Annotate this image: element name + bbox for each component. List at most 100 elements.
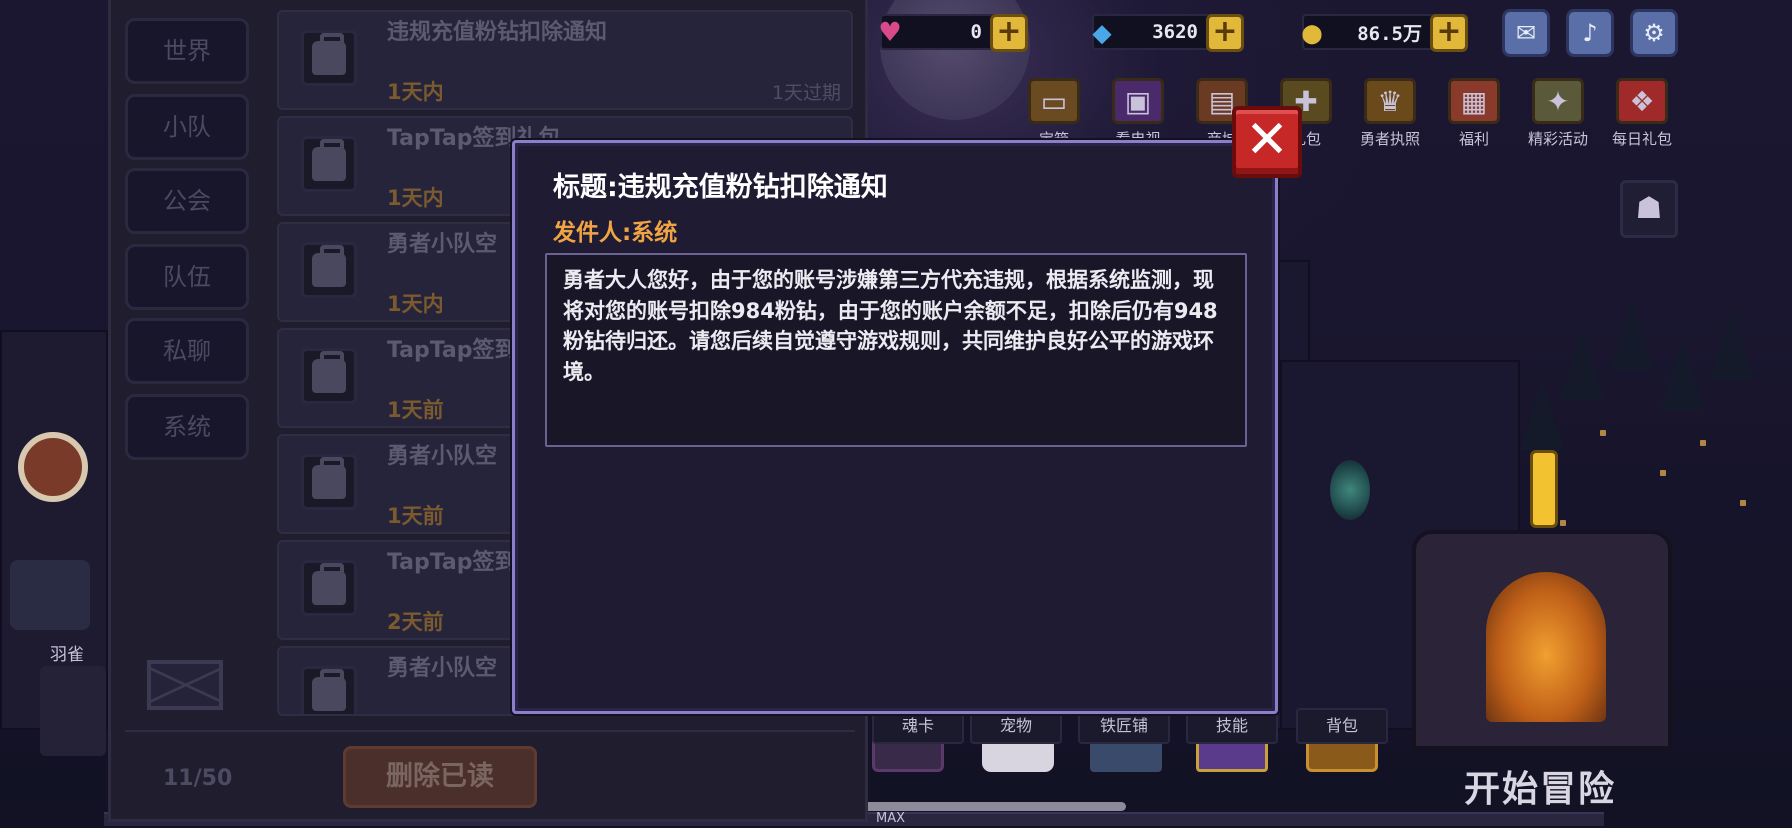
feature-label: 福利 (1458, 130, 1489, 148)
events-icon: ✦ (1532, 78, 1584, 124)
mail-count: 11/50 (163, 766, 233, 791)
settings-button[interactable]: ⚙ (1630, 9, 1678, 57)
emote-button[interactable]: ☗ (1620, 180, 1678, 238)
mail-item-title: TapTap签到 (387, 338, 517, 363)
feature-hero-license[interactable]: ♛ 勇者执照 (1352, 78, 1428, 149)
gear-icon: ⚙ (1643, 19, 1665, 47)
divider (125, 730, 855, 732)
pine-tree (1520, 380, 1564, 450)
gold-value: 86.5万 (1357, 22, 1422, 45)
diamond-icon: ◆ (1092, 13, 1112, 51)
dialog-message-body: 勇者大人您好，由于您的账号涉嫌第三方代充违规，根据系统监测，现将对您的账号扣除9… (545, 253, 1247, 447)
briefcase-icon (301, 560, 357, 616)
briefcase-icon (301, 666, 357, 714)
target-sign (18, 432, 88, 502)
tab-label: 世界 (163, 37, 211, 65)
tab-label: 私聊 (163, 337, 211, 365)
dialog-title: 标题:违规充值粉钻扣除通知 (553, 172, 888, 203)
add-heart-button[interactable]: + (990, 14, 1028, 52)
companion-sprite (40, 666, 106, 756)
tab-label: 队伍 (163, 263, 211, 291)
pine-tree (1610, 300, 1654, 370)
mail-item-time: 1天内 (387, 80, 444, 104)
mail-item-time: 1天前 (387, 504, 444, 528)
mail-detail-dialog: 标题:违规充值粉钻扣除通知 发件人:系统 勇者大人您好，由于您的账号涉嫌第三方代… (512, 140, 1278, 714)
tab-system[interactable]: 系统 (125, 394, 249, 460)
add-diamond-button[interactable]: + (1206, 14, 1244, 52)
mail-item-title: TapTap签到 (387, 550, 517, 575)
feature-daily-gift[interactable]: ❖ 每日礼包 (1604, 78, 1680, 149)
heart-value: 0 (970, 21, 982, 43)
town-light (1660, 470, 1666, 476)
list-item[interactable]: 违规充值粉钻扣除通知 1天内 1天过期 (277, 10, 853, 110)
tab-label: 公会 (163, 187, 211, 215)
feature-events[interactable]: ✦ 精彩活动 (1520, 78, 1596, 149)
start-adventure-button[interactable]: 开始冒险 (1464, 760, 1616, 812)
pine-tree (1710, 310, 1754, 380)
mail-icon: ✉ (1515, 19, 1537, 47)
tab-label: 小队 (163, 113, 211, 141)
mail-item-title: 勇者小队空 (387, 232, 498, 257)
feature-label: 每日礼包 (1611, 130, 1672, 148)
calendar-icon: ▦ (1448, 78, 1500, 124)
briefcase-icon (301, 454, 357, 510)
mail-item-title: 勇者小队空 (387, 444, 498, 469)
tab-team[interactable]: 队伍 (125, 244, 249, 310)
exp-max-label: MAX (876, 811, 906, 826)
feature-welfare[interactable]: ▦ 福利 (1436, 78, 1512, 149)
town-light (1740, 500, 1746, 506)
license-badge-icon: ♛ (1364, 78, 1416, 124)
feature-label: 精彩活动 (1527, 130, 1588, 148)
tab-world[interactable]: 世界 (125, 18, 249, 84)
bottom-label: 铁匠铺 (1099, 716, 1148, 735)
tab-squad[interactable]: 小队 (125, 94, 249, 160)
tab-private-chat[interactable]: 私聊 (125, 318, 249, 384)
green-wisp (1330, 460, 1370, 520)
mail-item-time: 1天前 (387, 398, 444, 422)
gold-resource: ● 86.5万 + (1302, 13, 1468, 52)
add-gold-button[interactable]: + (1430, 14, 1468, 52)
mail-item-time: 1天内 (387, 292, 444, 316)
mail-item-time: 2天前 (387, 610, 444, 634)
tab-guild[interactable]: 公会 (125, 168, 249, 234)
envelope-icon (147, 660, 223, 710)
diamond-value: 3620 (1152, 21, 1198, 43)
delete-read-button[interactable]: 删除已读 (343, 746, 537, 808)
mail-item-expire: 1天过期 (771, 82, 841, 104)
character-sprite[interactable] (10, 560, 90, 630)
feature-label: 勇者执照 (1359, 130, 1420, 148)
bottom-label: 宠物 (999, 716, 1032, 735)
exclamation-mark-icon (1530, 450, 1558, 528)
mail-item-title: 勇者小队空 (387, 656, 498, 681)
briefcase-icon (301, 136, 357, 192)
portal-glow[interactable] (1486, 572, 1606, 722)
mail-item-time: 1天内 (387, 186, 444, 210)
town-light (1560, 520, 1566, 526)
bottom-label: 背包 (1325, 716, 1358, 735)
briefcase-icon (301, 242, 357, 298)
mail-button[interactable]: ✉ (1502, 9, 1550, 57)
close-icon: ✕ (1245, 110, 1289, 170)
character-name: 羽雀 (50, 645, 84, 665)
heart-resource: ♥ 0 + (880, 13, 1028, 52)
tv-icon: ▣ (1112, 78, 1164, 124)
briefcase-icon (301, 30, 357, 86)
sound-button[interactable]: ♪ (1566, 9, 1614, 57)
daily-gift-icon: ❖ (1616, 78, 1668, 124)
tab-label: 系统 (163, 413, 211, 441)
ghost-icon: ☗ (1635, 191, 1663, 226)
close-button[interactable]: ✕ (1232, 106, 1302, 178)
mail-item-title: 违规充值粉钻扣除通知 (387, 20, 608, 45)
feature-chest[interactable]: ▭ 宝箱 (1016, 78, 1092, 149)
bottom-label: 魂卡 (901, 716, 934, 735)
pine-tree (1660, 340, 1704, 410)
bottom-label: 技能 (1215, 716, 1248, 735)
sound-icon: ♪ (1582, 19, 1598, 47)
briefcase-icon (301, 348, 357, 404)
feature-tv[interactable]: ▣ 看电视 (1100, 78, 1176, 149)
town-light (1600, 430, 1606, 436)
backpack-button[interactable]: 背包 (1296, 708, 1388, 744)
dialog-sender: 发件人:系统 (553, 220, 678, 246)
gold-coin-icon: ● (1302, 13, 1322, 51)
pine-tree (1560, 330, 1604, 400)
